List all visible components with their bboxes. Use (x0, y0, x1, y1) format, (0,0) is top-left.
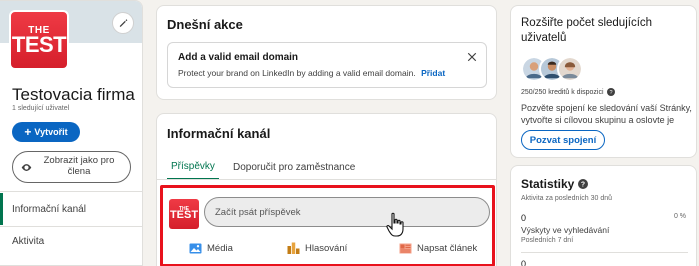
grow-followers-card: Rozšiřte počet sledujících uživatelů 250… (510, 5, 697, 158)
start-post-input[interactable]: Začít psát příspěvek (204, 197, 490, 227)
search-appearances-change: 0 % (673, 213, 686, 220)
hand-cursor-icon (386, 212, 404, 237)
nav-item-activity[interactable]: Aktivita (0, 227, 142, 255)
write-article-action[interactable]: Napsat článek (399, 237, 477, 259)
follower-count[interactable]: 1 sledující uživatel (12, 105, 69, 112)
eye-icon (21, 163, 32, 171)
plus-icon: + (24, 125, 32, 139)
article-icon (399, 243, 412, 253)
invite-connections-button[interactable]: Pozvat spojení (521, 130, 605, 150)
add-domain-link[interactable]: Přidat (421, 68, 445, 78)
nav-item-feed-label: Informační kanál (12, 203, 86, 215)
company-sidebar-card: THE TEST Testovacia firma 1 sledující už… (0, 0, 143, 266)
help-icon[interactable]: ? (606, 88, 615, 96)
divider (0, 191, 142, 192)
alert-description-text: Protect your brand on LinkedIn by adding… (178, 68, 416, 78)
tab-posts[interactable]: Příspěvky (167, 154, 219, 180)
statistics-subtitle: Aktivita za posledních 30 dnů (521, 195, 613, 202)
grow-description: Pozvěte spojení ke sledování vaší Stránk… (521, 102, 696, 126)
today-actions-card: Dnešní akce Add a valid email domain Pro… (156, 5, 497, 100)
credits-info: 250/250 kreditů k dispozici ? (521, 88, 615, 96)
view-as-label: Zobrazit jako pro člena (43, 155, 115, 177)
alert-description: Protect your brand on LinkedIn by adding… (178, 68, 445, 78)
create-button-label: Vytvořit (34, 127, 68, 137)
grow-description-line: Pozvěte spojení ke sledování vaší Stránk… (521, 103, 692, 113)
company-name[interactable]: Testovacia firma (12, 85, 135, 105)
svg-text:?: ? (609, 90, 612, 96)
poll-action-label: Hlasování (305, 242, 348, 254)
divider (521, 252, 688, 253)
tabs-divider (157, 179, 496, 180)
nav-item-activity-label: Aktivita (12, 235, 45, 247)
search-appearances-label[interactable]: Výskyty ve vyhledávání (521, 225, 609, 235)
statistics-title: Statistiky ? (521, 177, 589, 191)
svg-text:?: ? (581, 182, 585, 189)
alert-title: Add a valid email domain (178, 52, 299, 63)
search-appearances-value: 0 (521, 213, 527, 223)
nav-item-feed[interactable]: Informační kanál (0, 193, 142, 225)
grow-description-line: vytvořte si cílovou skupinu a oslovte je (521, 115, 675, 126)
media-action[interactable]: Média (189, 237, 233, 259)
credits-text: 250/250 kreditů k dispozici (521, 88, 604, 96)
help-icon[interactable]: ? (578, 179, 589, 189)
statistics-title-text: Statistiky (521, 177, 575, 191)
media-action-label: Média (207, 242, 233, 254)
post-composer-highlight: THE TEST Začít psát příspěvek Média Hlas… (160, 185, 495, 266)
avatar-group (521, 56, 591, 84)
composer-avatar: THE TEST (169, 199, 199, 229)
logo-text-bottom: TEST (11, 31, 67, 57)
statistics-card: Statistiky ? Aktivita za posledních 30 d… (510, 165, 697, 266)
grow-followers-title: Rozšiřte počet sledujících uživatelů (521, 17, 653, 44)
close-icon[interactable] (466, 51, 478, 63)
tab-recommend-employees[interactable]: Doporučit pro zaměstnance (229, 154, 359, 180)
email-domain-alert: Add a valid email domain Protect your br… (167, 42, 487, 88)
today-actions-title: Dnešní akce (167, 17, 243, 32)
poll-action[interactable]: Hlasování (287, 237, 347, 259)
search-appearances-period: Posledních 7 dní (521, 237, 574, 244)
avatar (557, 56, 583, 82)
pencil-icon (119, 19, 128, 27)
stat-value: 0 (521, 259, 527, 266)
view-as-member-button[interactable]: Zobrazit jako pro člena (12, 151, 131, 183)
edit-cover-button[interactable] (112, 12, 134, 34)
create-button[interactable]: + Vytvořit (12, 122, 80, 142)
logo-text-bottom: TEST (169, 209, 199, 222)
company-logo[interactable]: THE TEST (9, 10, 69, 70)
feed-card: Informační kanál Příspěvky Doporučit pro… (156, 113, 497, 266)
poll-icon (287, 242, 300, 254)
image-icon (189, 243, 202, 253)
feed-title: Informační kanál (167, 126, 271, 141)
write-article-label: Napsat článek (417, 242, 478, 254)
